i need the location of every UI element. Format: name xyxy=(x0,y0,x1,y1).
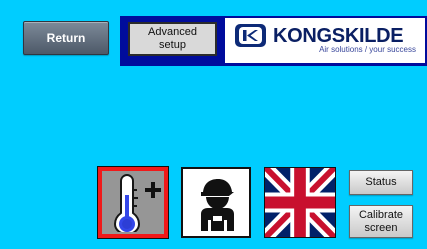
uk-flag-icon xyxy=(265,168,335,237)
calibrate-button-label-line2: screen xyxy=(364,221,398,234)
return-button-label: Return xyxy=(46,31,86,45)
hmi-screen: Return Advanced setup KONGSKILDE Air sol… xyxy=(0,0,427,249)
advanced-setup-button[interactable]: Advanced setup xyxy=(128,22,217,56)
thermometer-plus-icon xyxy=(113,173,161,232)
advanced-setup-label-line2: setup xyxy=(159,39,186,51)
kongskilde-k-icon xyxy=(235,24,266,47)
kongskilde-logo-panel: KONGSKILDE Air solutions / your success xyxy=(225,18,425,63)
operator-icon xyxy=(201,178,234,231)
advanced-setup-label-line1: Advanced xyxy=(148,26,197,38)
kongskilde-tagline: Air solutions / your success xyxy=(319,45,416,54)
operator-login-button[interactable] xyxy=(181,167,251,238)
status-button-label: Status xyxy=(365,176,397,188)
language-uk-button[interactable] xyxy=(264,167,336,238)
temperature-adjust-button[interactable] xyxy=(97,166,169,239)
calibrate-button-label-line1: Calibrate xyxy=(358,208,404,221)
status-button[interactable]: Status xyxy=(349,170,413,195)
return-button[interactable]: Return xyxy=(23,21,109,55)
calibrate-screen-button[interactable]: Calibrate screen xyxy=(349,205,413,238)
